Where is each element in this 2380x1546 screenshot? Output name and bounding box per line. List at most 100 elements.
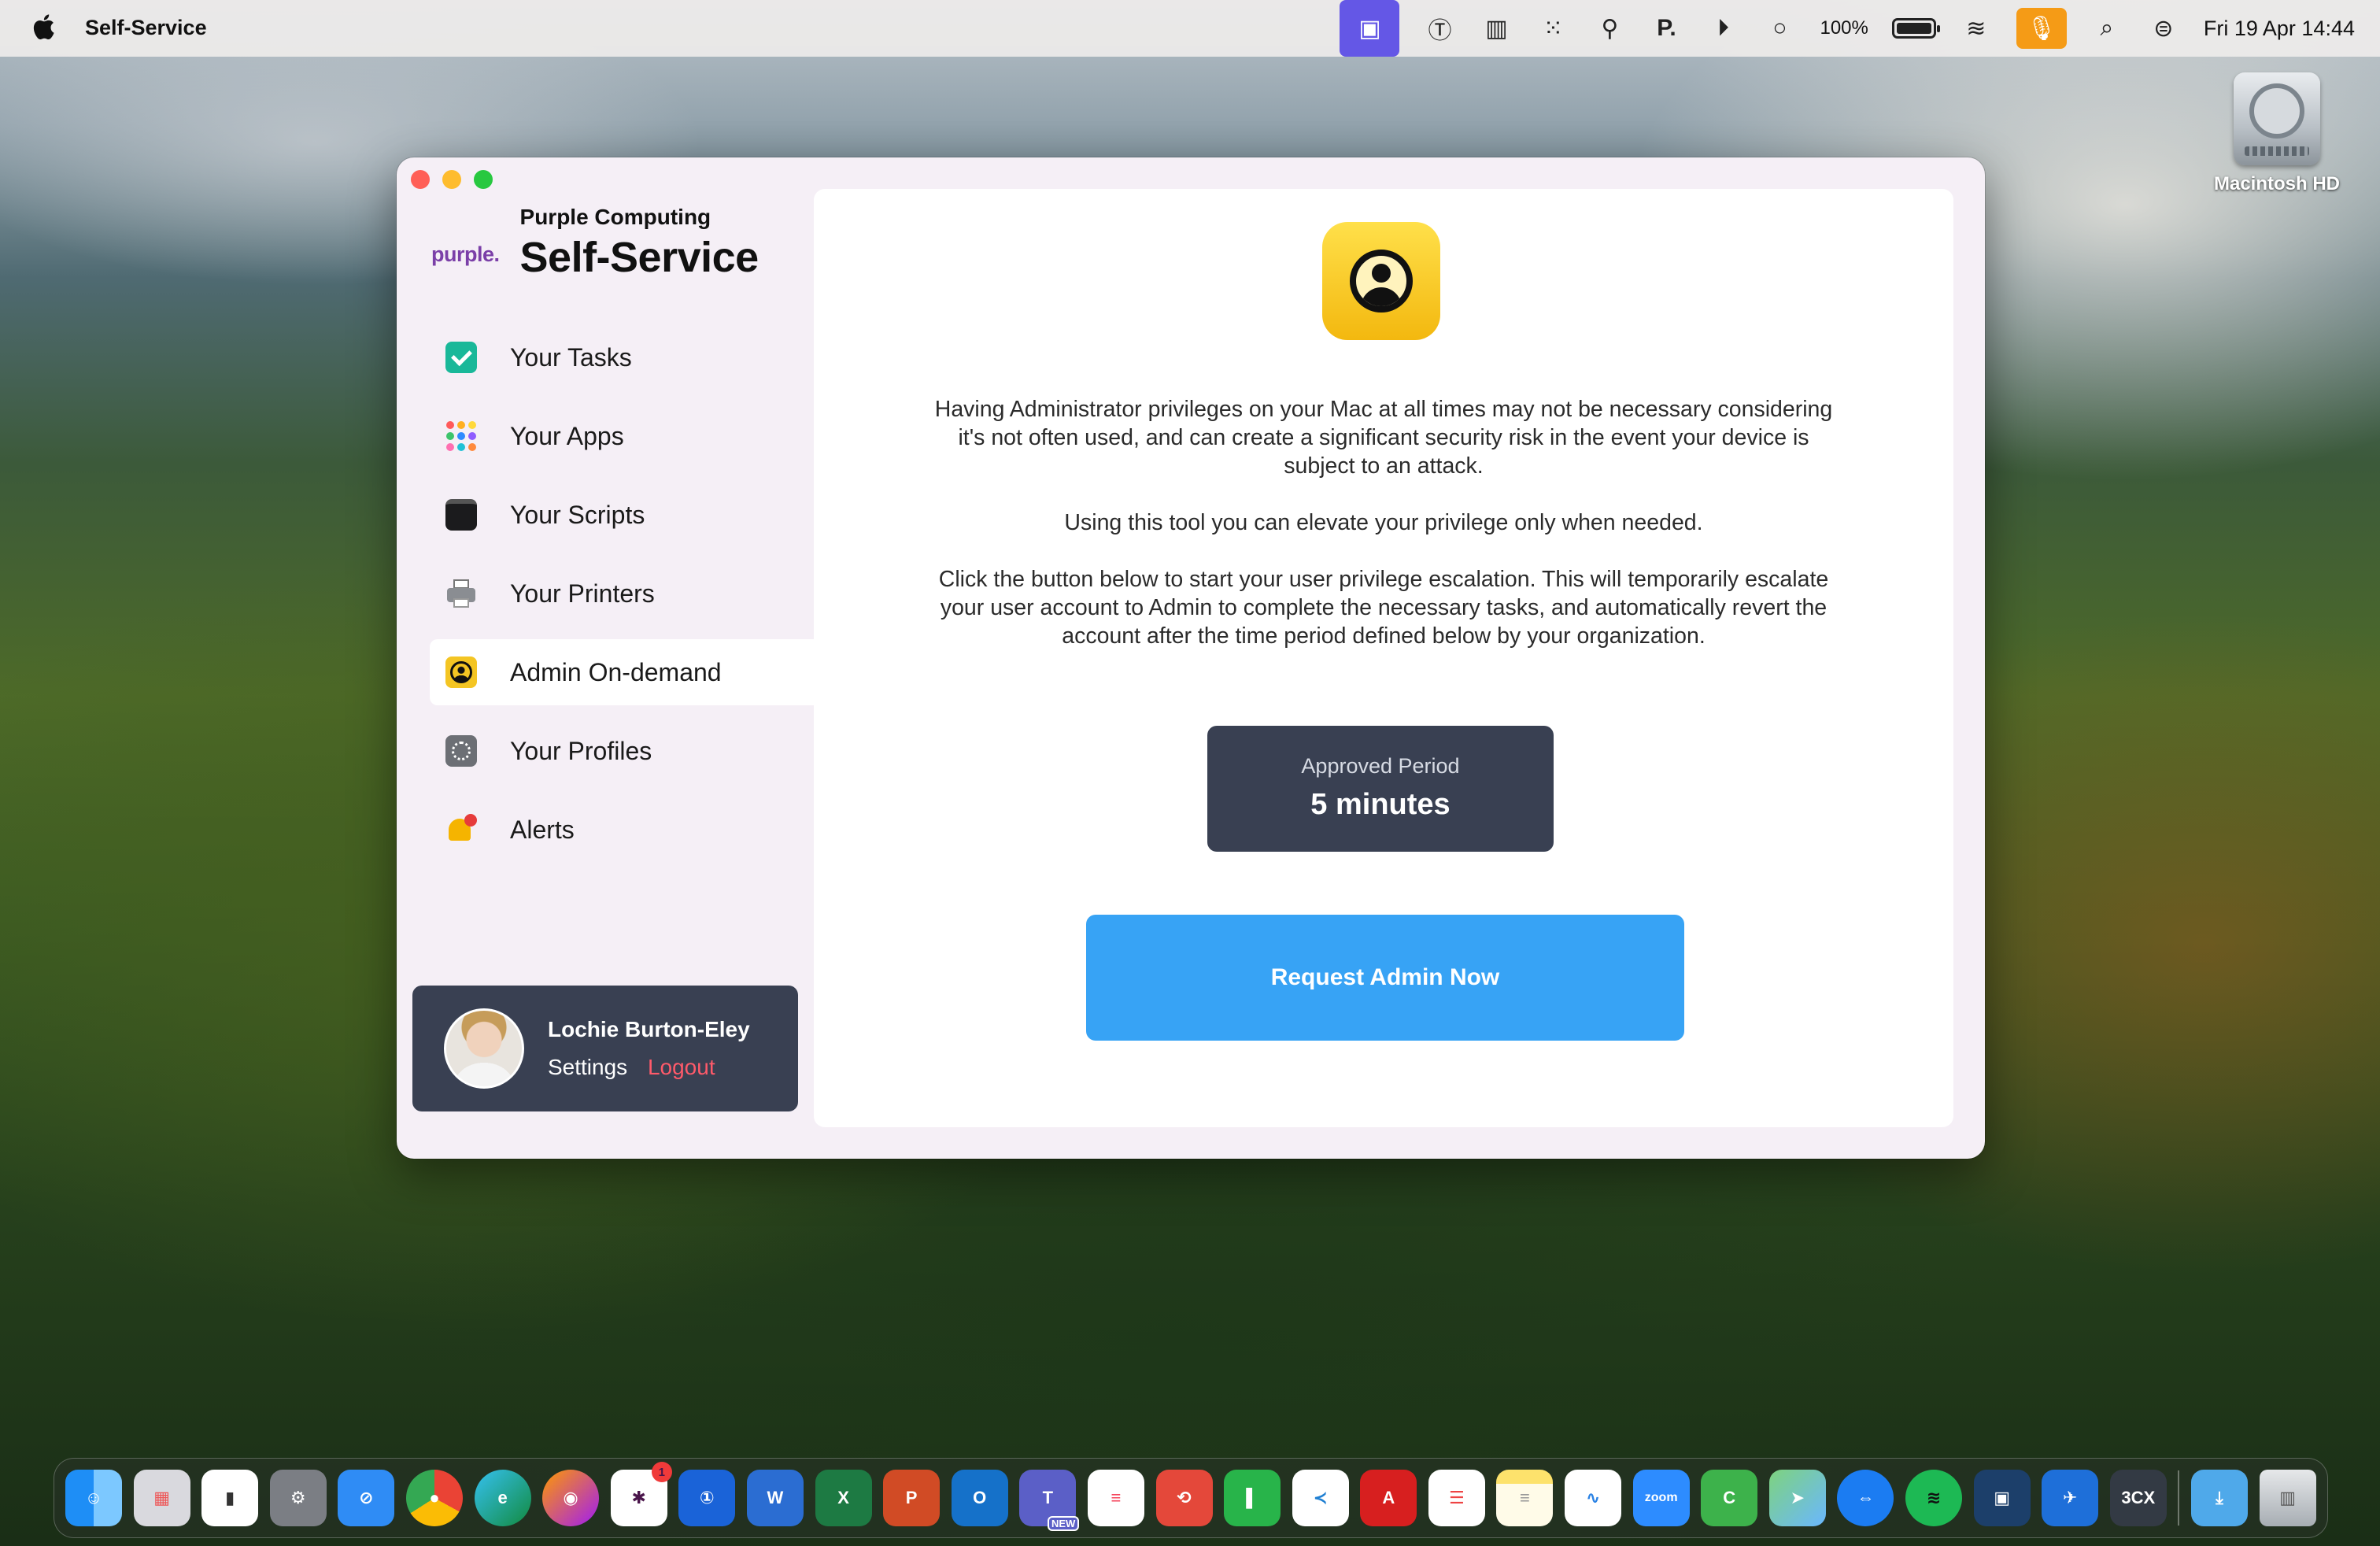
apple-logo-icon[interactable] [31,13,55,41]
brand-header: purple. Purple Computing Self-Service [431,205,759,282]
notes-icon[interactable]: ≡ [1496,1470,1554,1526]
monday-icon[interactable]: ≡ [1087,1470,1144,1526]
p-app-icon[interactable]: P. [1650,12,1683,45]
wifi-icon[interactable]: ≋ [1960,12,1993,45]
3cx-icon[interactable]: 3CX [2109,1470,2167,1526]
search-icon[interactable]: ⌕ [2090,12,2123,45]
admin-user-icon [1322,222,1440,340]
downloads-folder-icon[interactable]: ⤓ [2191,1470,2248,1526]
dots-grid-icon[interactable]: ⁙ [1536,12,1569,45]
maps-icon[interactable]: ➤ [1768,1470,1826,1526]
vscode-icon[interactable]: ≺ [1292,1470,1349,1526]
camtasia-icon[interactable]: C [1701,1470,1758,1526]
launchpad-icon[interactable]: ▦ [133,1470,190,1526]
tableplus-icon[interactable]: ▮ [201,1470,259,1526]
control-center-icon[interactable]: ⊜ [2147,12,2180,45]
pin-icon[interactable]: ⚲ [1593,12,1626,45]
microphone-icon[interactable]: 🎙 [2016,8,2067,49]
profile-gear-icon [445,735,477,767]
description: Having Administrator privileges on your … [932,395,1835,679]
remote-desktop-icon[interactable]: ⟲ [1155,1470,1213,1526]
teams-new-badge: NEW [1047,1516,1080,1531]
dock: ☺ ▦ ▮ ⚙ ⊘ ● e ◉ ✱ 1 ① W X P O T NEW ≡ ⟲ ▌ … [54,1458,2328,1538]
org-name: Purple Computing [519,205,711,229]
admin-user-icon [445,656,477,688]
sidebar-nav: Your Tasks Your Apps Your Scripts Your P… [430,324,814,875]
powerpoint-icon[interactable]: P [883,1470,941,1526]
battery-percent: 100% [1820,17,1868,39]
firefox-icon[interactable]: ◉ [542,1470,600,1526]
numbers-icon[interactable]: ▌ [1224,1470,1281,1526]
sidebar: purple. Purple Computing Self-Service Yo… [397,157,814,1159]
slack-icon[interactable]: ✱ 1 [610,1462,672,1526]
sidebar-item-label: Admin On-demand [510,657,722,686]
screen-share-icon[interactable]: ▣ [1340,0,1400,57]
sidebar-item-label: Your Printers [510,579,655,608]
slack-badge: 1 [651,1462,672,1482]
reminders-icon[interactable]: ☰ [1428,1470,1485,1526]
description-paragraph: Having Administrator privileges on your … [934,397,1833,479]
battery-icon[interactable] [1891,18,1940,39]
typeface-icon[interactable]: Ⓣ [1423,12,1456,45]
user-name: Lochie Burton-Eley [548,1017,750,1041]
request-admin-button[interactable]: Request Admin Now [1086,915,1684,1041]
teamviewer-icon[interactable]: ⇔ [1837,1470,1894,1526]
bell-icon [445,814,477,845]
teams-icon[interactable]: T NEW [1019,1470,1080,1531]
approved-period-value: 5 minutes [1310,788,1451,821]
admin-on-demand-panel: Having Administrator privileges on your … [814,189,1953,1127]
apps-grid-icon [445,420,477,452]
1password-icon[interactable]: ① [678,1470,736,1526]
desktop-disk-icon[interactable]: Macintosh HD [2204,72,2350,195]
description-paragraph: Click the button below to start your use… [938,567,1829,649]
memory-icon[interactable]: ▥ [1480,12,1513,45]
safari-icon[interactable]: ⊘ [338,1470,395,1526]
hard-drive-icon [2234,72,2320,165]
screen-sharing-icon[interactable]: ▣ [1973,1470,2031,1526]
system-settings-icon[interactable]: ⚙ [269,1470,327,1526]
zoom-icon[interactable]: zoom [1632,1470,1690,1526]
approved-period-label: Approved Period [1301,754,1460,778]
sidebar-item-label: Your Scripts [510,500,645,529]
outlook-icon[interactable]: O [951,1470,1008,1526]
xcode-icon[interactable]: ✈ [2042,1470,2099,1526]
circle-icon[interactable]: ○ [1763,12,1796,45]
sidebar-item-label: Your Apps [510,421,624,450]
sidebar-item-admin-on-demand[interactable]: Admin On-demand [430,639,814,705]
menubar-app-name[interactable]: Self-Service [85,16,207,40]
self-service-window: purple. Purple Computing Self-Service Yo… [397,157,1985,1159]
avatar [444,1008,524,1089]
sidebar-item-your-apps[interactable]: Your Apps [430,403,814,469]
settings-link[interactable]: Settings [548,1055,627,1079]
trash-icon[interactable]: ▥ [2259,1470,2316,1526]
menubar-clock[interactable]: Fri 19 Apr 14:44 [2204,17,2355,41]
sidebar-item-your-tasks[interactable]: Your Tasks [430,324,814,390]
printer-icon [445,578,477,609]
sidebar-item-your-profiles[interactable]: Your Profiles [430,718,814,784]
menu-bar: Self-Service ▣ Ⓣ ▥ ⁙ ⚲ P. ⏵ ○ 100% ≋ 🎙 ⌕… [0,0,2380,57]
sidebar-item-your-printers[interactable]: Your Printers [430,560,814,627]
excel-icon[interactable]: X [815,1470,872,1526]
logout-link[interactable]: Logout [648,1055,715,1079]
finder-icon[interactable]: ☺ [65,1470,122,1526]
user-card: Lochie Burton-Eley Settings Logout [412,986,798,1111]
terminal-icon [445,499,477,531]
purple-logo: purple. [431,242,500,266]
play-icon[interactable]: ⏵ [1706,12,1739,45]
sidebar-item-alerts[interactable]: Alerts [430,797,814,863]
approved-period-card: Approved Period 5 minutes [1207,726,1554,852]
chrome-icon[interactable]: ● [405,1470,463,1526]
spotify-icon[interactable]: ≋ [1905,1470,1963,1526]
status-area: ▣ Ⓣ ▥ ⁙ ⚲ P. ⏵ ○ 100% ≋ 🎙 ⌕ ⊜ Fri 19 Apr… [1340,0,2355,57]
edge-icon[interactable]: e [474,1470,531,1526]
dock-separator [2178,1470,2180,1526]
description-paragraph: Using this tool you can elevate your pri… [1064,510,1703,535]
sidebar-item-label: Your Tasks [510,342,632,372]
app-title: Self-Service [519,234,759,281]
freeform-icon[interactable]: ∿ [1565,1470,1622,1526]
checkbox-icon [445,342,477,373]
acrobat-icon[interactable]: A [1360,1470,1417,1526]
word-icon[interactable]: W [746,1470,804,1526]
sidebar-item-your-scripts[interactable]: Your Scripts [430,482,814,548]
sidebar-item-label: Your Profiles [510,736,652,765]
